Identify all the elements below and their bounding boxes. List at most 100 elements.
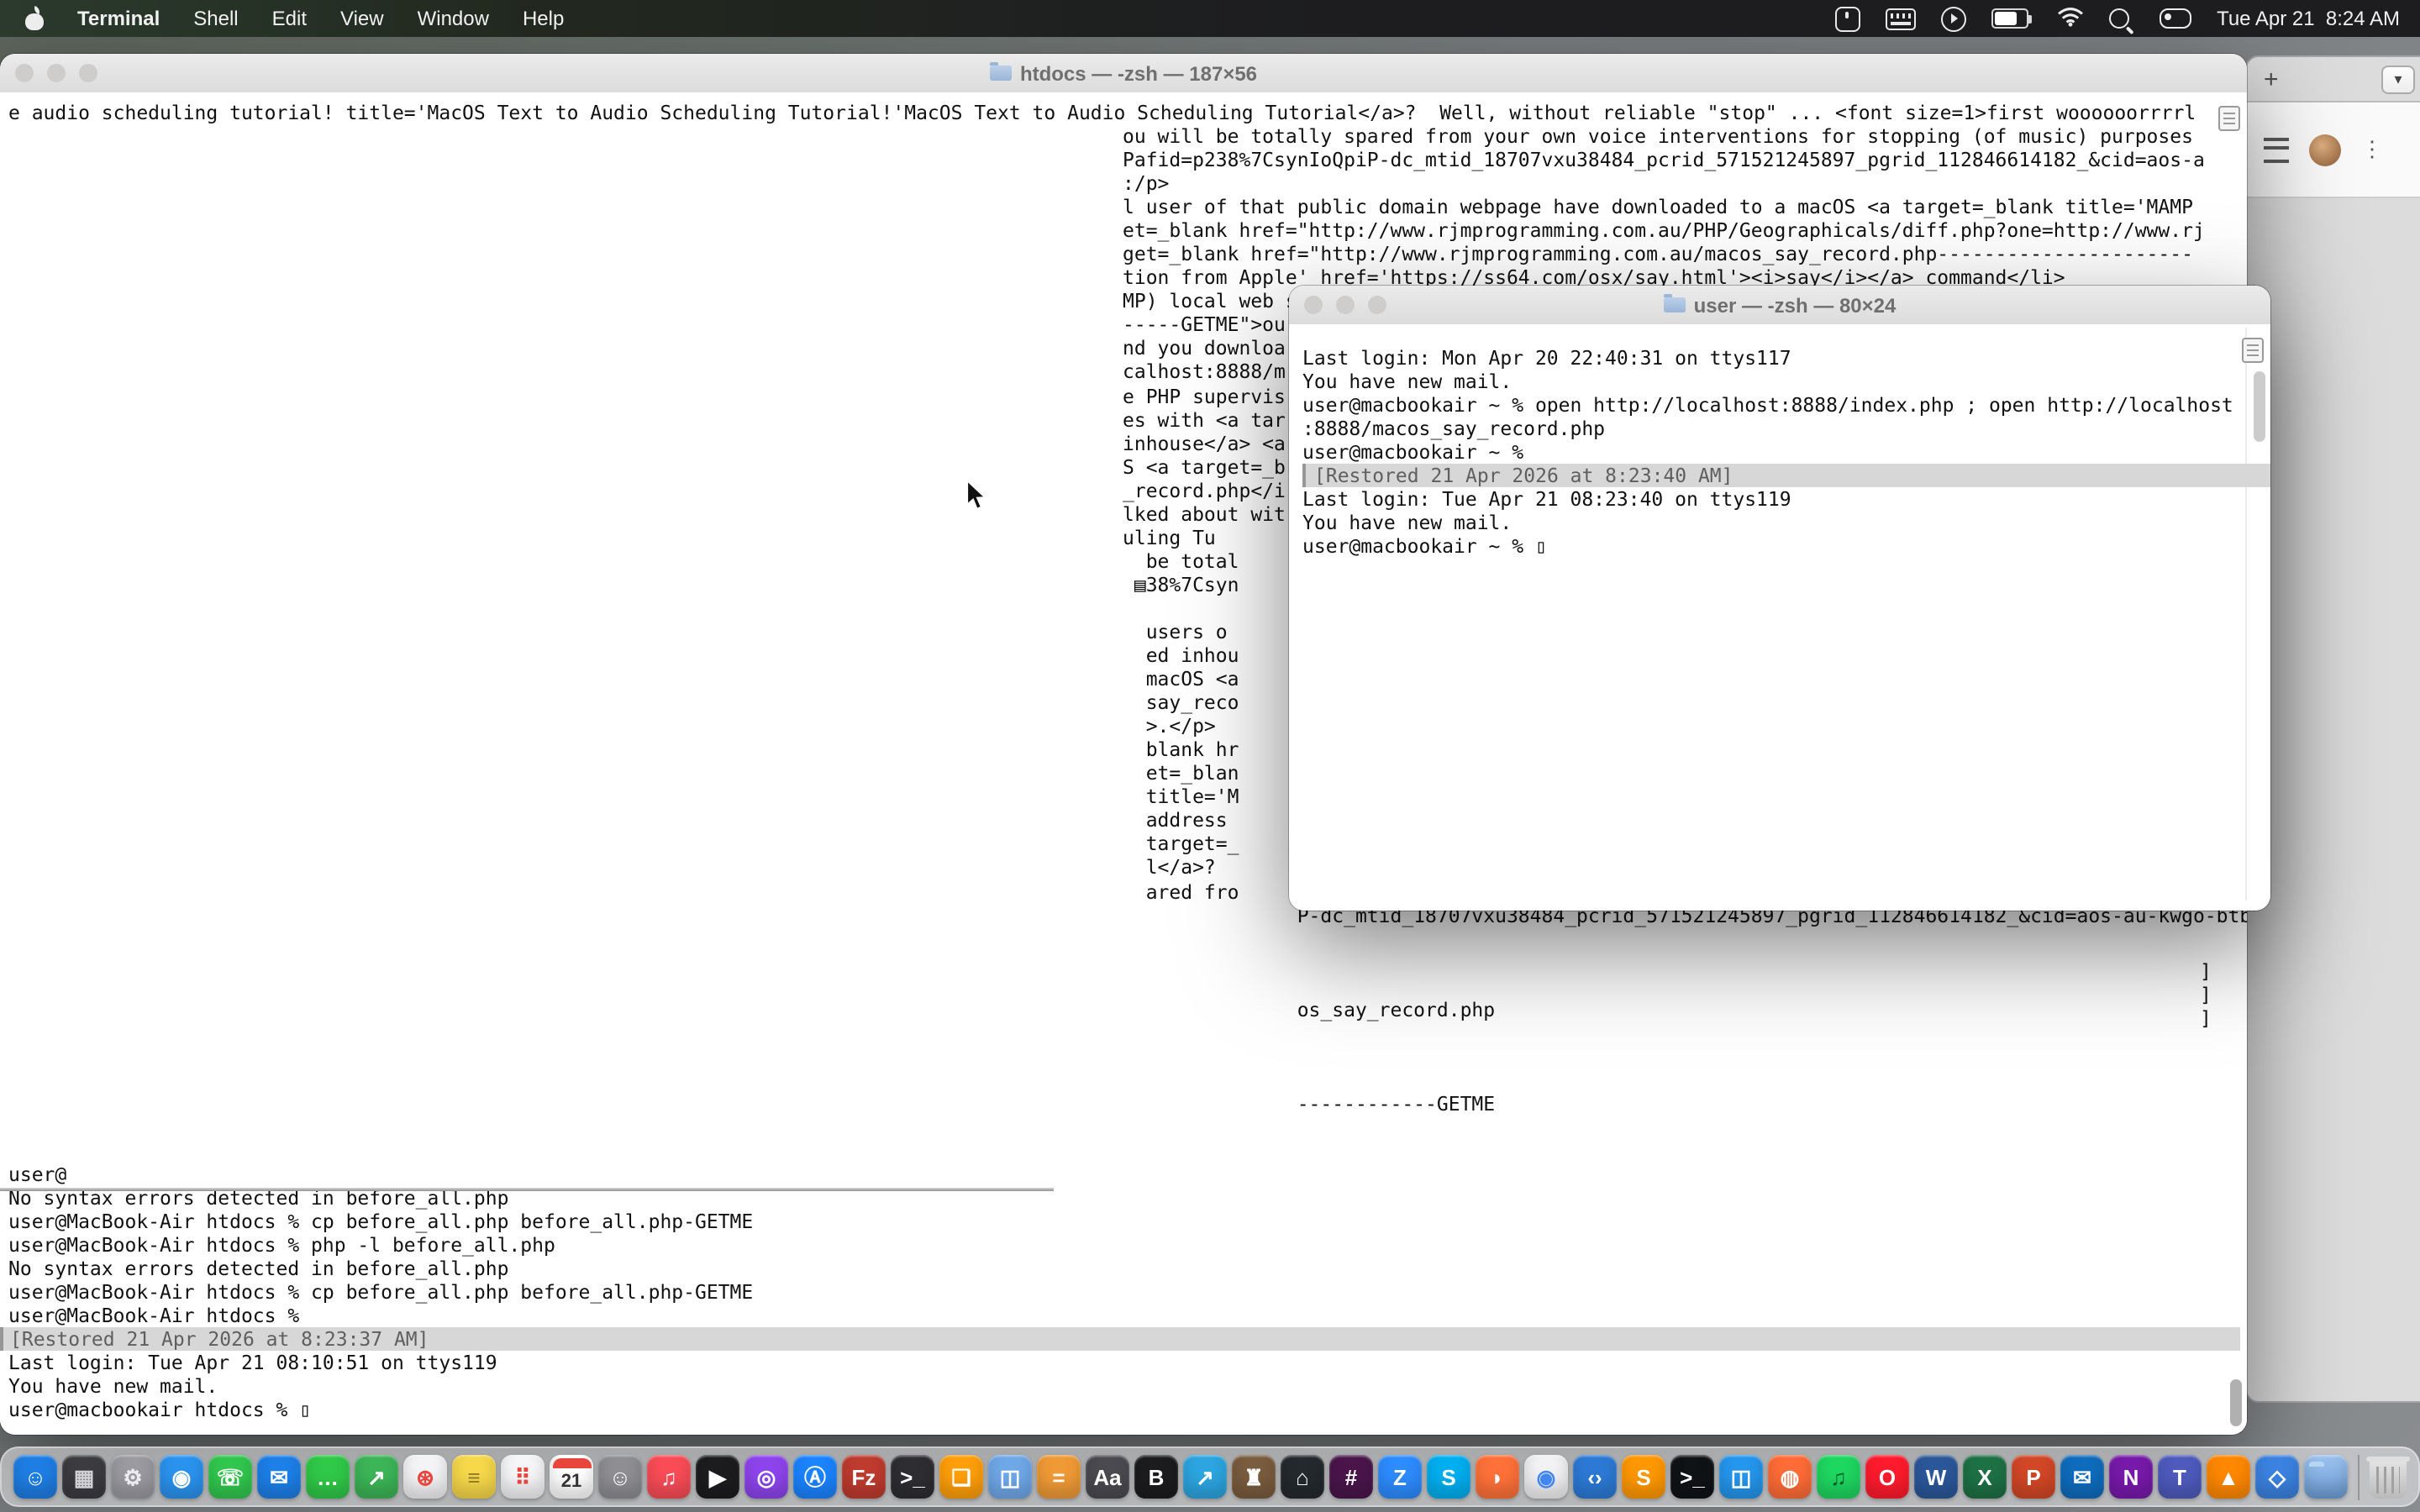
battery-icon[interactable] [1991, 8, 2028, 29]
dock-app-icon[interactable]: ⚙ [111, 1455, 155, 1499]
dock-app-icon[interactable]: ‹› [1573, 1455, 1617, 1499]
terminal-line: You have new mail. [1302, 370, 2270, 393]
avatar[interactable] [2309, 134, 2341, 165]
dock-app-icon[interactable]: ◇ [2255, 1455, 2299, 1499]
dock-app-icon[interactable]: O [1865, 1455, 1909, 1499]
dock-app-icon[interactable]: T [2158, 1455, 2202, 1499]
dock-app-icon[interactable]: ≡ [452, 1455, 496, 1499]
dock-app-icon[interactable]: ▶ [696, 1455, 739, 1499]
close-button[interactable] [1304, 296, 1323, 314]
dock-app-icon[interactable]: >_ [891, 1455, 934, 1499]
input-device-icon[interactable] [1835, 6, 1860, 31]
menu-items: ShellEditViewWindowHelp [176, 7, 581, 30]
dock-app-icon[interactable]: S [1622, 1455, 1665, 1499]
scrollbar-thumb[interactable] [2230, 1379, 2242, 1426]
dock-app-icon[interactable]: P [2012, 1455, 2055, 1499]
app-glyph: = [1052, 1466, 1065, 1488]
dock-app-icon[interactable] [2304, 1455, 2348, 1499]
dock-app-icon[interactable]: ☏ [208, 1455, 252, 1499]
minimize-button[interactable] [47, 64, 66, 82]
customize-icon[interactable] [2264, 137, 2289, 162]
folder-icon [990, 66, 1012, 81]
keyboard-icon[interactable] [1886, 8, 1916, 29]
dock-app-icon[interactable]: ☺ [13, 1455, 57, 1499]
menu-item[interactable]: Edit [255, 7, 324, 30]
dock-app-icon[interactable]: S [1427, 1455, 1470, 1499]
terminal-line: user@MacBook-Air htdocs % cp before_all.… [8, 1210, 2240, 1233]
dock-app-icon[interactable]: ⊛ [403, 1455, 447, 1499]
dock-divider [2358, 1454, 2360, 1499]
dock-app-icon[interactable]: ◫ [1719, 1455, 1763, 1499]
dock-app-icon[interactable]: # [1329, 1455, 1373, 1499]
trash-icon[interactable] [2370, 1456, 2407, 1498]
dock-app-icon[interactable]: ♜ [1232, 1455, 1276, 1499]
dock-app-icon[interactable]: ♫ [1817, 1455, 1860, 1499]
now-playing-icon[interactable] [1941, 6, 1966, 31]
menu-bar-clock[interactable]: Tue Apr 21 8:24 AM [2217, 7, 2400, 30]
dock-app-icon[interactable]: … [306, 1455, 350, 1499]
dock-app-icon[interactable]: ❏ [939, 1455, 983, 1499]
dock-app-icon[interactable]: 21 [550, 1455, 593, 1499]
terminal-line: [Restored 21 Apr 2026 at 8:23:40 AM] [1302, 464, 2270, 487]
dock-app-icon[interactable]: ◗ [1476, 1455, 1519, 1499]
close-button[interactable] [15, 64, 34, 82]
dock-app-icon[interactable]: ⠿ [501, 1455, 544, 1499]
spotlight-search-icon[interactable] [2109, 8, 2129, 29]
dock-app-icon[interactable]: B [1134, 1455, 1178, 1499]
terminal-window-user[interactable]: user — -zsh — 80×24 Last login: Mon Apr … [1289, 286, 2270, 911]
dock-app-icon[interactable]: ↗ [1183, 1455, 1227, 1499]
dock-app-icon[interactable]: ◉ [160, 1455, 203, 1499]
dock-app-icon[interactable]: X [1963, 1455, 2007, 1499]
app-glyph: ⠿ [514, 1466, 530, 1488]
zoom-button[interactable] [79, 64, 97, 82]
window-edge-artifact [0, 1188, 1054, 1191]
scrollbar-thumb[interactable] [2254, 371, 2265, 442]
dock-app-icon[interactable]: ◫ [988, 1455, 1032, 1499]
menu-item[interactable]: Help [506, 7, 581, 30]
app-glyph: ‹› [1587, 1466, 1602, 1488]
background-window-toolbar: ⋮ [2247, 102, 2420, 198]
window-title: user — -zsh — 80×24 [1390, 286, 2170, 324]
app-glyph: ↗ [367, 1466, 386, 1488]
dock-app-icon[interactable]: ✉ [257, 1455, 301, 1499]
user-titlebar[interactable]: user — -zsh — 80×24 [1289, 286, 2270, 326]
dock-app-icon[interactable]: ↗ [355, 1455, 398, 1499]
htdocs-titlebar[interactable]: htdocs — -zsh — 187×56 [0, 54, 2247, 94]
dock-app-icon[interactable]: ◍ [1768, 1455, 1812, 1499]
control-center-icon[interactable] [2160, 8, 2191, 29]
terminal-line [1123, 1068, 2247, 1092]
dock-app-icon[interactable]: ◎ [744, 1455, 788, 1499]
menu-item[interactable]: Window [401, 7, 506, 30]
dock-app-icon[interactable]: = [1037, 1455, 1081, 1499]
tab-overview-button[interactable]: ▾ [2381, 65, 2415, 93]
dock-app-icon[interactable]: ⌂ [1281, 1455, 1324, 1499]
dock-app-icon[interactable]: Z [1378, 1455, 1422, 1499]
app-glyph: Aa [1093, 1466, 1121, 1488]
more-menu-icon[interactable]: ⋮ [2361, 136, 2383, 163]
menu-item[interactable]: Shell [176, 7, 255, 30]
dock-app-icon[interactable]: ♫ [647, 1455, 691, 1499]
zoom-button[interactable] [1368, 296, 1386, 314]
dock-app-icon[interactable]: N [2109, 1455, 2153, 1499]
app-glyph: ◎ [757, 1466, 776, 1488]
dock-app-icon[interactable]: Fz [842, 1455, 886, 1499]
minimize-button[interactable] [1336, 296, 1355, 314]
dock-app-icon[interactable]: ▦ [62, 1455, 106, 1499]
dock-app-icon[interactable]: Aa [1086, 1455, 1129, 1499]
app-menu[interactable]: Terminal [60, 7, 176, 30]
dock-app-icon[interactable]: ☺ [598, 1455, 642, 1499]
dock-app-icon[interactable]: ✉ [2060, 1455, 2104, 1499]
wifi-icon[interactable] [2057, 6, 2084, 31]
new-tab-button[interactable]: + [2264, 65, 2279, 93]
dock-app-icon[interactable]: ▲ [2207, 1455, 2250, 1499]
apple-menu-icon[interactable] [24, 7, 45, 30]
dock-app-icon[interactable]: >_ [1670, 1455, 1714, 1499]
dock-app-icon[interactable]: W [1914, 1455, 1958, 1499]
dock-app-icon[interactable]: ◉ [1524, 1455, 1568, 1499]
dock-apps: ☺ ▦ ⚙ ◉ ☏ ✉ … ↗ ⊛ ≡ ⠿ 21 [13, 1455, 2348, 1499]
terminal-line [1123, 1045, 2247, 1068]
terminal-line: user@MacBook-Air htdocs % cp before_all.… [8, 1280, 2240, 1304]
background-window-near: + ▾ ⋮ [2245, 55, 2420, 1403]
dock-app-icon[interactable]: Ⓐ [793, 1455, 837, 1499]
menu-item[interactable]: View [324, 7, 401, 30]
